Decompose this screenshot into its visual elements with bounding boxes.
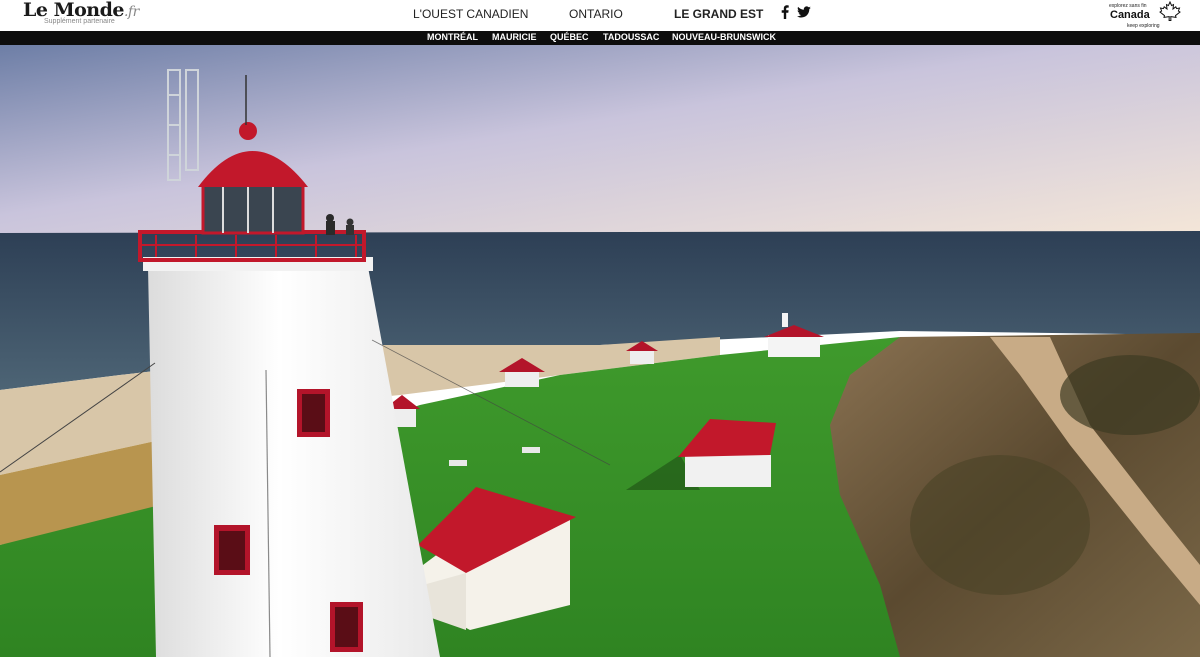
subnav-quebec[interactable]: QUÉBEC <box>550 32 589 42</box>
explore-canada-logo[interactable]: explorez sans fin Canada keep exploring <box>1106 1 1181 30</box>
shrub-patch <box>1060 355 1200 435</box>
picnic-table <box>522 447 540 453</box>
nav-ontario[interactable]: ONTARIO <box>569 7 623 21</box>
shrub-patch <box>910 455 1090 595</box>
region-subnav: MONTRÉAL MAURICIE QUÉBEC TADOUSSAC NOUVE… <box>0 31 1200 45</box>
subnav-tadoussac[interactable]: TADOUSSAC <box>603 32 659 42</box>
logo-subtitle: Supplément partenaire <box>44 18 115 25</box>
maple-leaf-icon <box>1159 1 1181 21</box>
subnav-montreal[interactable]: MONTRÉAL <box>427 32 478 42</box>
facebook-icon[interactable] <box>778 5 792 19</box>
nav-le-grand-est[interactable]: LE GRAND EST <box>674 7 763 21</box>
canada-wordmark: Canada <box>1110 9 1150 21</box>
lighthouse-scene <box>0 45 1200 657</box>
subnav-nouveau-brunswick[interactable]: NOUVEAU-BRUNSWICK <box>672 32 776 42</box>
canada-tagline-en: keep exploring <box>1127 23 1160 29</box>
twitter-icon[interactable] <box>797 5 811 19</box>
top-bar: Le Monde.fr Supplément partenaire L'OUES… <box>0 0 1200 31</box>
hero-lighthouse-photo <box>0 45 1200 657</box>
le-monde-logo[interactable]: Le Monde.fr Supplément partenaire <box>23 0 139 29</box>
subnav-mauricie[interactable]: MAURICIE <box>492 32 537 42</box>
picnic-table <box>449 460 467 466</box>
nav-ouest-canadien[interactable]: L'OUEST CANADIEN <box>413 7 528 21</box>
